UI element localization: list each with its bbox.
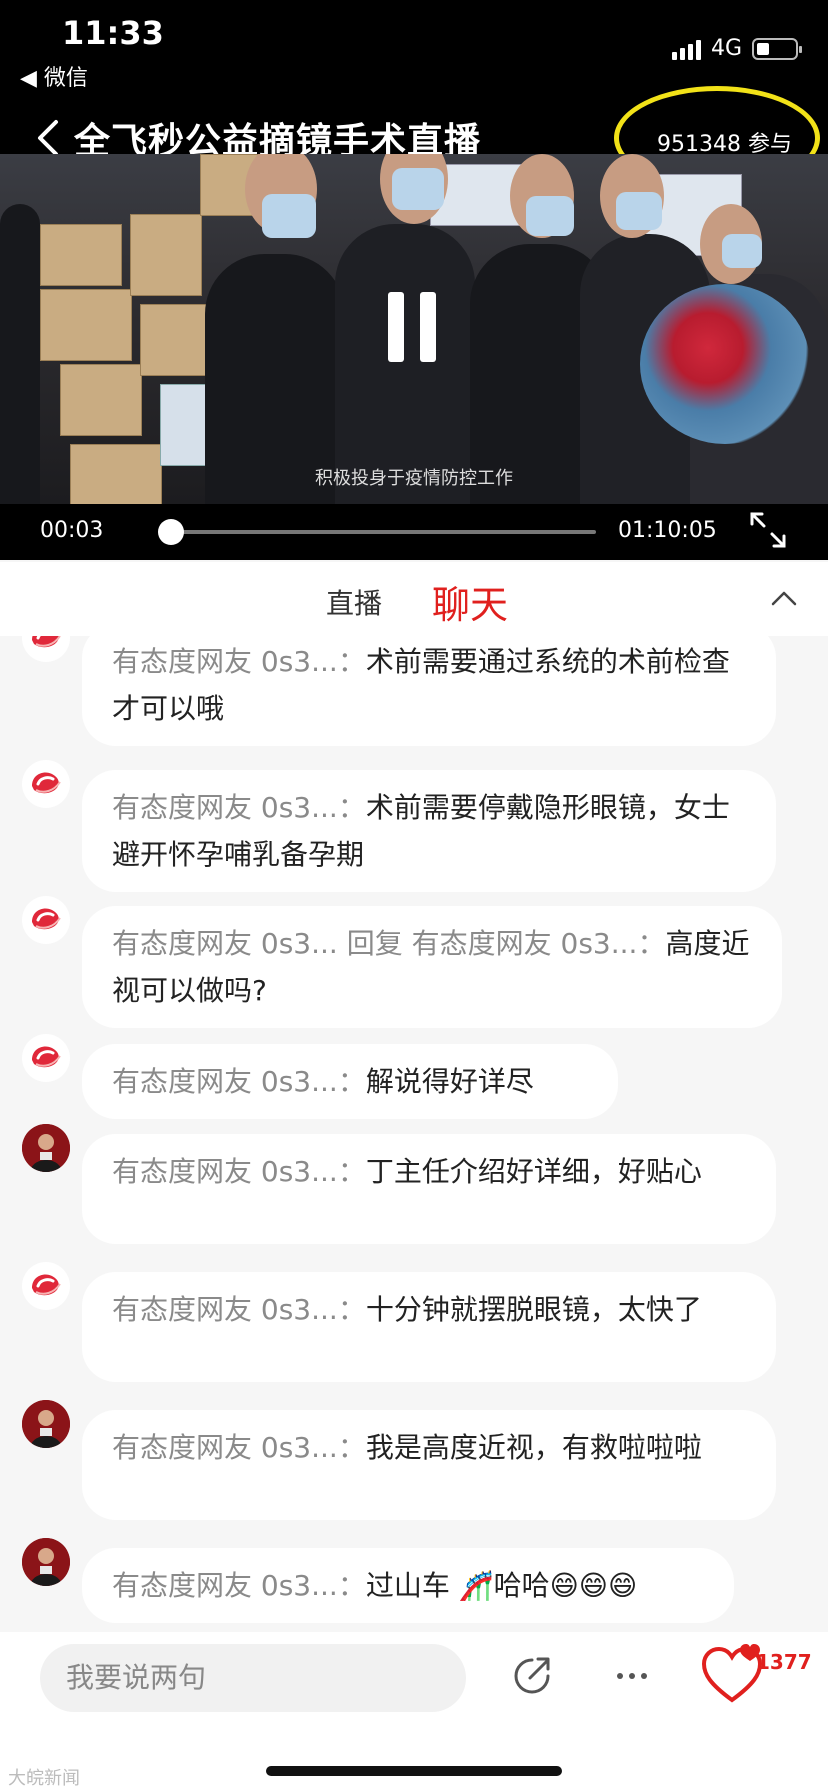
chat-username[interactable]: 有态度网友 0s3...： bbox=[112, 1155, 366, 1188]
progress-bar[interactable] bbox=[157, 519, 596, 545]
top-bar: 11:33 ◀ 微信 4G 全飞秒公益摘镜手术直播 951348 参与 积极投身… bbox=[0, 0, 828, 560]
current-time: 00:03 bbox=[40, 518, 104, 543]
chat-bubble[interactable]: 有态度网友 0s3...：解说得好详尽 bbox=[82, 1044, 618, 1119]
chat-username[interactable]: 有态度网友 0s3...： bbox=[112, 1293, 366, 1326]
chat-bubble[interactable]: 有态度网友 0s3...：术前需要通过系统的术前检查才可以哦 bbox=[82, 636, 776, 746]
more-icon[interactable] bbox=[612, 1654, 652, 1698]
chat-text: 丁主任介绍好详细，好贴心 bbox=[365, 1155, 702, 1188]
share-icon[interactable] bbox=[510, 1654, 554, 1698]
user-avatar[interactable] bbox=[22, 1124, 70, 1172]
chat-text: 过山车 🎢哈哈😄😄😄 bbox=[365, 1569, 638, 1602]
chat-username[interactable]: 有态度网友 0s3...： bbox=[112, 1431, 366, 1464]
chat-username[interactable]: 有态度网友 0s3...： bbox=[112, 1569, 366, 1602]
logo-avatar[interactable] bbox=[22, 896, 70, 944]
chat-username[interactable]: 有态度网友 0s3...： bbox=[112, 791, 366, 824]
status-indicators: 4G bbox=[671, 36, 802, 61]
bottom-bar: 我要说两句 1377 大皖新闻 bbox=[0, 1632, 828, 1792]
logo-avatar[interactable] bbox=[22, 636, 70, 662]
chat-bubble[interactable]: 有态度网友 0s3...：过山车 🎢哈哈😄😄😄 bbox=[82, 1548, 734, 1623]
status-time: 11:33 bbox=[62, 14, 164, 52]
signal-icon bbox=[671, 38, 701, 60]
network-type: 4G bbox=[710, 36, 742, 61]
chat-bubble[interactable]: 有态度网友 0s3...：术前需要停戴隐形眼镜，女士避开怀孕哺乳备孕期 bbox=[82, 770, 776, 892]
user-avatar[interactable] bbox=[22, 1400, 70, 1448]
chat-bubble[interactable]: 有态度网友 0s3...：丁主任介绍好详细，好贴心 bbox=[82, 1134, 776, 1244]
like-count: 1377 bbox=[756, 1650, 812, 1674]
tab-chat[interactable]: 聊天 bbox=[432, 574, 508, 629]
pause-icon[interactable] bbox=[388, 292, 438, 362]
chat-text: 十分钟就摆脱眼镜，太快了 bbox=[365, 1293, 702, 1326]
chat-text: 解说得好详尽 bbox=[365, 1065, 534, 1098]
chat-bubble[interactable]: 有态度网友 0s3...：十分钟就摆脱眼镜，太快了 bbox=[82, 1272, 776, 1382]
chat-bubble[interactable]: 有态度网友 0s3... 回复 有态度网友 0s3...：高度近视可以做吗? bbox=[82, 906, 782, 1028]
video-subtitle: 积极投身于疫情防控工作 bbox=[315, 468, 513, 489]
fullscreen-icon[interactable] bbox=[748, 510, 788, 550]
tab-bar: 直播 聊天 bbox=[0, 562, 828, 636]
user-avatar[interactable] bbox=[22, 1538, 70, 1586]
logo-avatar[interactable] bbox=[22, 760, 70, 808]
chat-text: 我是高度近视，有救啦啦啦 bbox=[365, 1431, 702, 1464]
logo-avatar[interactable] bbox=[22, 1262, 70, 1310]
chat-username[interactable]: 有态度网友 0s3...： bbox=[112, 645, 366, 678]
chat-bubble[interactable]: 有态度网友 0s3...：我是高度近视，有救啦啦啦 bbox=[82, 1410, 776, 1520]
logo-avatar[interactable] bbox=[22, 1034, 70, 1082]
video-player[interactable]: 积极投身于疫情防控工作 bbox=[0, 154, 828, 504]
chevron-up-icon[interactable] bbox=[770, 588, 798, 608]
home-indicator[interactable] bbox=[266, 1766, 562, 1776]
tab-live[interactable]: 直播 bbox=[326, 582, 382, 622]
chat-list[interactable]: 有态度网友 0s3...：术前需要通过系统的术前检查才可以哦 有态度网友 0s3.… bbox=[0, 636, 828, 1632]
heart-icon[interactable] bbox=[700, 1642, 764, 1706]
progress-thumb[interactable] bbox=[157, 519, 184, 545]
watermark: 大皖新闻 bbox=[8, 1768, 80, 1789]
back-icon[interactable] bbox=[34, 118, 62, 158]
chat-username[interactable]: 有态度网友 0s3... 回复 有态度网友 0s3...： bbox=[112, 927, 665, 960]
total-time: 01:10:05 bbox=[618, 518, 717, 543]
battery-icon bbox=[752, 37, 802, 60]
chat-username[interactable]: 有态度网友 0s3...： bbox=[112, 1065, 366, 1098]
back-to-wechat[interactable]: ◀ 微信 bbox=[20, 60, 88, 92]
comment-input[interactable]: 我要说两句 bbox=[40, 1644, 466, 1712]
